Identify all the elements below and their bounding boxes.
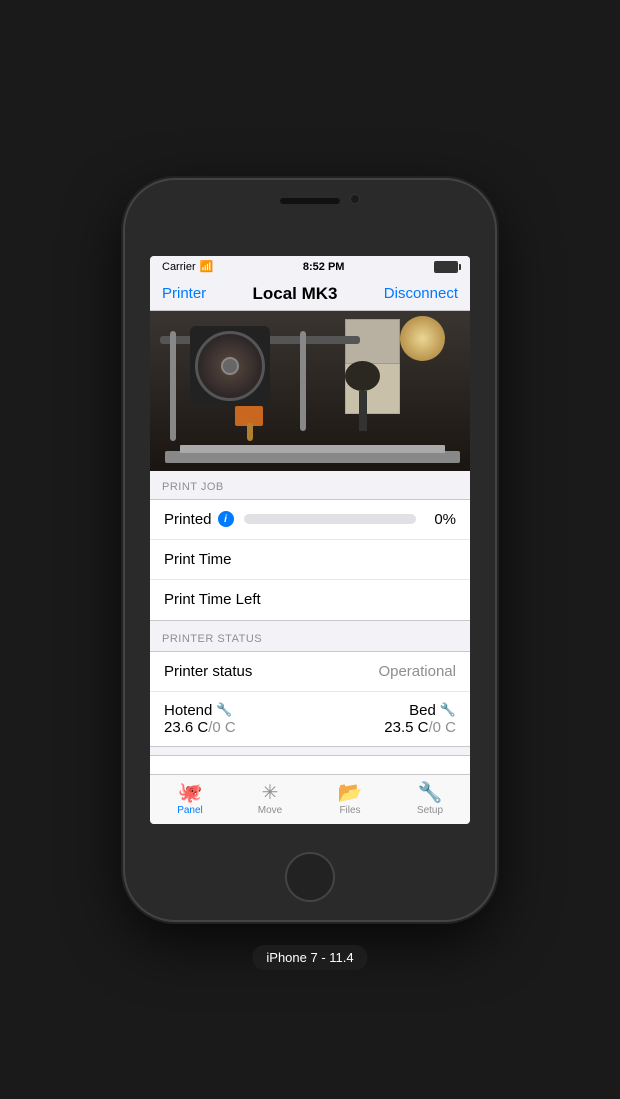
- status-bar: Carrier 📶 8:52 PM: [150, 256, 470, 278]
- tab-panel[interactable]: 🐙 Panel: [150, 775, 230, 824]
- tab-bar: 🐙 Panel ✳ Move 📂 Files 🔧 Setup: [150, 774, 470, 824]
- camera-content: [150, 311, 470, 471]
- hotend-label: Hotend 🔧: [164, 702, 310, 719]
- printed-row: Printed i 0%: [150, 500, 470, 540]
- move-icon: ✳: [262, 783, 279, 803]
- back-button[interactable]: Printer: [162, 285, 206, 302]
- print-job-section-title: PRINT JOB: [162, 481, 224, 493]
- phone-camera: [350, 194, 360, 204]
- phone-wrapper: Carrier 📶 8:52 PM Printer Local MK3 Disc…: [125, 180, 495, 920]
- move-label: Move: [258, 805, 282, 816]
- printer-status-value: Operational: [378, 663, 456, 680]
- home-button[interactable]: [285, 852, 335, 902]
- rod-right: [300, 331, 306, 431]
- print-job-section: Printed i 0% Print Time: [150, 499, 470, 621]
- battery-icon: [434, 261, 458, 273]
- lamp: [400, 316, 445, 361]
- camera-view: [150, 311, 470, 471]
- print-time-left-label: Print Time Left: [164, 591, 261, 608]
- device-label: iPhone 7 - 11.4: [252, 945, 367, 970]
- nav-title: Local MK3: [252, 284, 337, 304]
- hotend-temp: 23.6 C/0 C: [164, 719, 310, 736]
- weight-top: [345, 361, 380, 391]
- battery-container: [434, 261, 458, 273]
- printer-status-header: PRINTER STATUS: [150, 623, 470, 651]
- hotend-wrench-icon: 🔧: [216, 702, 232, 718]
- setup-label: Setup: [417, 805, 443, 816]
- print-job-header: PRINT JOB: [150, 471, 470, 499]
- rod-left: [170, 331, 176, 441]
- nav-bar: Printer Local MK3 Disconnect: [150, 278, 470, 311]
- print-time-label: Print Time: [164, 551, 232, 568]
- weight-handle: [359, 391, 367, 431]
- phone-speaker: [280, 198, 340, 204]
- printer-status-section: Printer status Operational Hotend 🔧 23.6…: [150, 651, 470, 747]
- carrier-label: Carrier: [162, 261, 196, 273]
- printer-status-row: Printer status Operational: [150, 652, 470, 692]
- printed-label: Printed i: [164, 511, 234, 528]
- progress-bar-container: [244, 514, 416, 524]
- panel-label: Panel: [177, 805, 203, 816]
- battery-fill: [435, 262, 457, 272]
- weight-object: [345, 361, 380, 431]
- files-icon: 📂: [338, 783, 363, 803]
- tab-move[interactable]: ✳ Move: [230, 775, 310, 824]
- wifi-icon: 📶: [200, 260, 214, 273]
- phone-screen: Carrier 📶 8:52 PM Printer Local MK3 Disc…: [150, 256, 470, 824]
- bed-temp: 23.5 C/0 C: [310, 719, 456, 736]
- status-time: 8:52 PM: [303, 261, 345, 273]
- printer-status-section-title: PRINTER STATUS: [162, 633, 262, 645]
- printer-status-label: Printer status: [164, 663, 252, 680]
- bed-wrench-icon: 🔧: [440, 702, 456, 718]
- progress-percentage: 0%: [426, 511, 456, 528]
- hotend-section: Hotend 🔧 23.6 C/0 C: [164, 702, 310, 736]
- print-surface: [180, 445, 445, 453]
- content-area: PRINT JOB Printed i 0%: [150, 471, 470, 774]
- panel-icon: 🐙: [178, 783, 203, 803]
- tab-files[interactable]: 📂 Files: [310, 775, 390, 824]
- files-label: Files: [339, 805, 360, 816]
- temp-row: Hotend 🔧 23.6 C/0 C Bed 🔧: [150, 692, 470, 746]
- setup-icon: 🔧: [418, 783, 443, 803]
- bed-label: Bed 🔧: [310, 702, 456, 719]
- print-time-row: Print Time: [150, 540, 470, 580]
- fan-center: [221, 357, 239, 375]
- tab-setup[interactable]: 🔧 Setup: [390, 775, 470, 824]
- phone-device: Carrier 📶 8:52 PM Printer Local MK3 Disc…: [125, 180, 495, 920]
- print-time-left-row: Print Time Left: [150, 580, 470, 620]
- disconnect-button[interactable]: Disconnect: [384, 285, 458, 302]
- spacer-section: [150, 755, 470, 774]
- carrier-text: Carrier 📶: [162, 260, 213, 273]
- info-icon[interactable]: i: [218, 511, 234, 527]
- nozzle: [247, 423, 253, 441]
- bed-section: Bed 🔧 23.5 C/0 C: [310, 702, 456, 736]
